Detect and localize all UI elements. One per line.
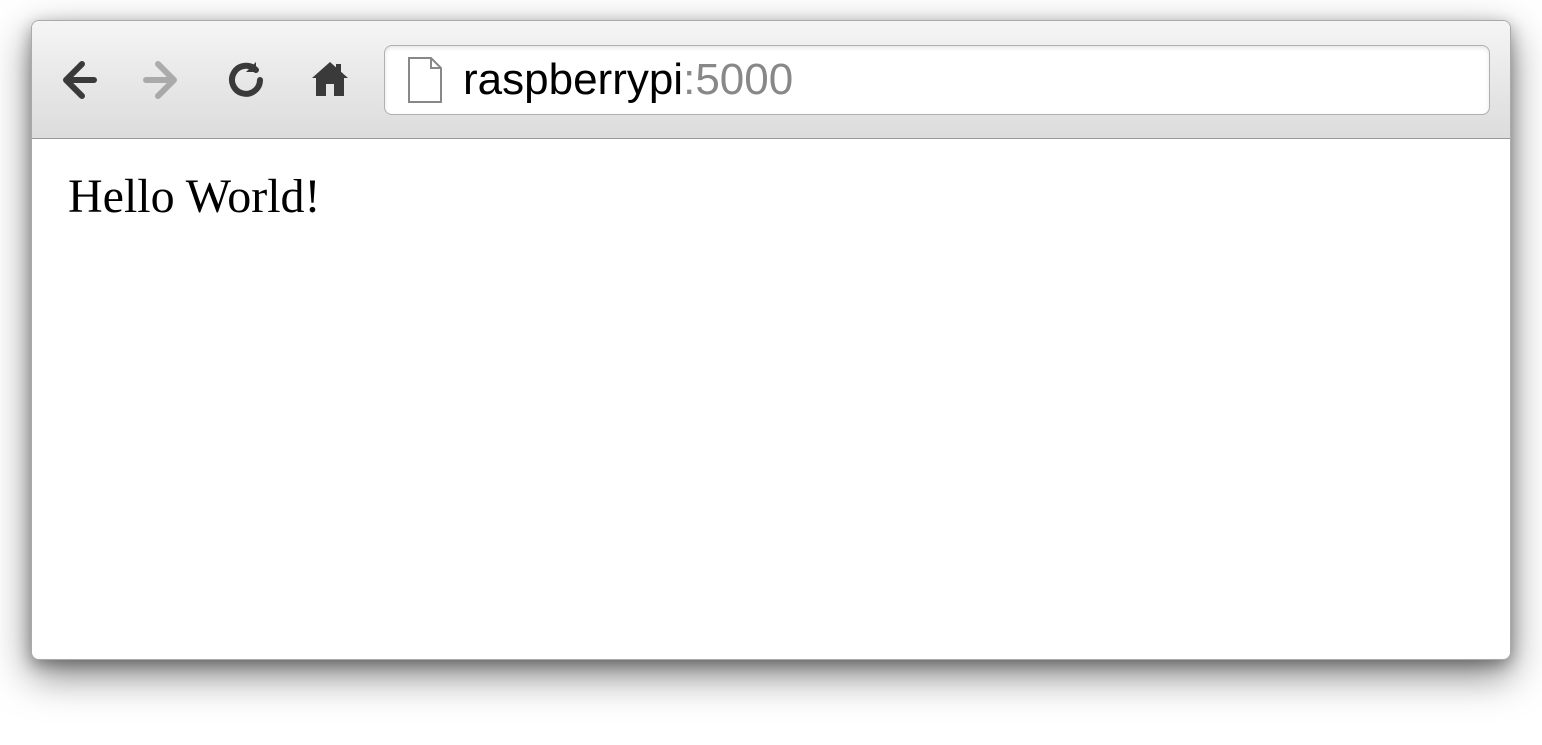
forward-button[interactable] bbox=[136, 54, 188, 106]
browser-window: raspberrypi:5000 Hello World! bbox=[31, 20, 1511, 660]
arrow-left-icon bbox=[54, 56, 102, 104]
arrow-right-icon bbox=[138, 56, 186, 104]
home-icon bbox=[306, 56, 354, 104]
home-button[interactable] bbox=[304, 54, 356, 106]
reload-icon bbox=[222, 56, 270, 104]
page-content: Hello World! bbox=[32, 139, 1510, 659]
url-port: :5000 bbox=[683, 55, 793, 104]
page-icon bbox=[405, 56, 445, 104]
nav-button-group bbox=[52, 54, 356, 106]
back-button[interactable] bbox=[52, 54, 104, 106]
browser-toolbar: raspberrypi:5000 bbox=[32, 21, 1510, 139]
url-host: raspberrypi bbox=[463, 55, 683, 104]
reload-button[interactable] bbox=[220, 54, 272, 106]
url-text: raspberrypi:5000 bbox=[463, 55, 793, 105]
address-bar[interactable]: raspberrypi:5000 bbox=[384, 45, 1490, 115]
page-body-text: Hello World! bbox=[68, 169, 1474, 224]
